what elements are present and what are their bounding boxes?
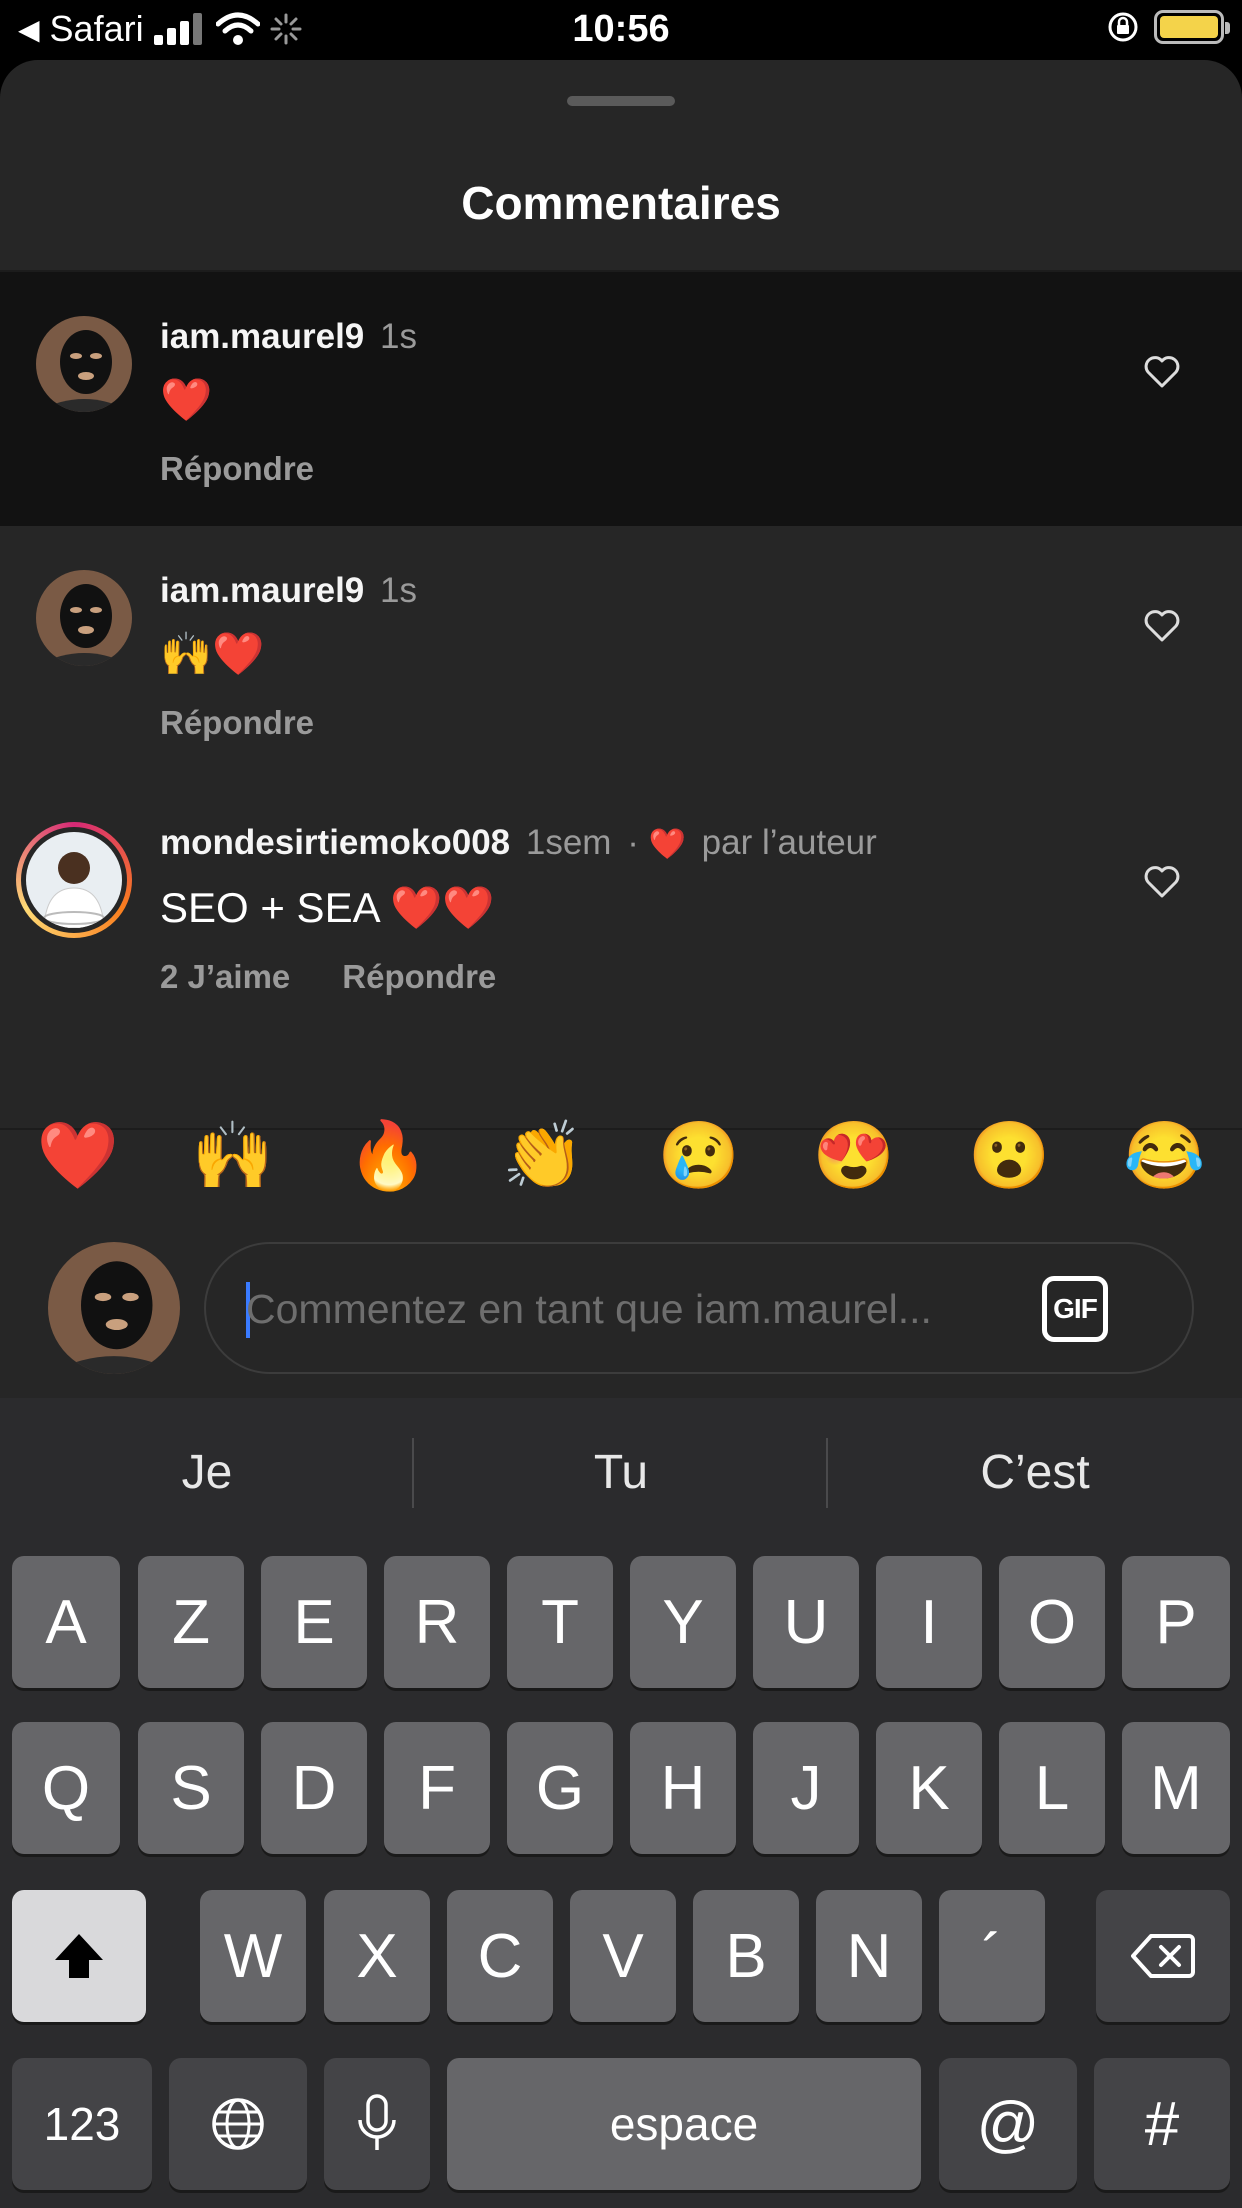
- comment-time: 1s: [380, 317, 417, 356]
- comment-item: mondesirtiemoko008 1sem · ❤️ par l’auteu…: [0, 782, 1242, 1128]
- key[interactable]: S: [138, 1722, 244, 1854]
- comment-time: 1sem: [525, 823, 612, 862]
- story-ring[interactable]: [16, 822, 132, 938]
- keyboard: Je Tu C’est A Z E R T Y U I O P Q S D F …: [0, 1398, 1242, 2208]
- key[interactable]: U: [753, 1556, 859, 1688]
- comment-text: 🙌❤️: [160, 630, 265, 677]
- emoji-surprised-button[interactable]: 😮: [968, 1110, 1050, 1200]
- heart-icon[interactable]: [1142, 352, 1182, 392]
- composer-avatar: [48, 1242, 180, 1374]
- at-key[interactable]: @: [939, 2058, 1077, 2190]
- key[interactable]: Z: [138, 1556, 244, 1688]
- suggestion-item[interactable]: Tu: [414, 1398, 828, 1548]
- key[interactable]: Q: [12, 1722, 120, 1854]
- key[interactable]: A: [12, 1556, 120, 1688]
- comment-time: 1s: [380, 571, 417, 610]
- avatar[interactable]: [36, 570, 132, 666]
- avatar: [26, 832, 122, 928]
- key[interactable]: R: [384, 1556, 490, 1688]
- key[interactable]: O: [999, 1556, 1105, 1688]
- key[interactable]: H: [630, 1722, 736, 1854]
- comment-item: iam.maurel9 1s ❤️ Répondre: [0, 272, 1242, 526]
- numbers-key[interactable]: 123: [12, 2058, 152, 2190]
- emoji-laugh-button[interactable]: 😂: [1123, 1110, 1205, 1200]
- key[interactable]: F: [384, 1722, 490, 1854]
- key[interactable]: I: [876, 1556, 982, 1688]
- key[interactable]: X: [324, 1890, 430, 2022]
- gif-button[interactable]: GIF: [1042, 1276, 1108, 1342]
- reply-button[interactable]: Répondre: [342, 958, 496, 996]
- sheet-grabber[interactable]: [567, 96, 675, 106]
- avatar[interactable]: [36, 316, 132, 412]
- space-key[interactable]: espace: [447, 2058, 921, 2190]
- emoji-heart-button[interactable]: ❤️: [37, 1110, 119, 1200]
- orientation-lock-icon: [1108, 12, 1138, 42]
- author-heart-icon: ❤️: [648, 828, 686, 861]
- suggestion-item[interactable]: Je: [0, 1398, 414, 1548]
- key[interactable]: L: [999, 1722, 1105, 1854]
- reply-button[interactable]: Répondre: [160, 450, 314, 488]
- suggestion-bar: Je Tu C’est: [0, 1398, 1242, 1548]
- dictation-key[interactable]: [324, 2058, 430, 2190]
- key[interactable]: E: [261, 1556, 367, 1688]
- key[interactable]: M: [1122, 1722, 1230, 1854]
- meta-separator: ·: [627, 823, 639, 862]
- comment-input[interactable]: [246, 1274, 1006, 1344]
- key[interactable]: V: [570, 1890, 676, 2022]
- comment-username[interactable]: iam.maurel9: [160, 571, 364, 610]
- globe-key[interactable]: [169, 2058, 307, 2190]
- author-like-label: par l’auteur: [701, 823, 877, 862]
- comment-item: iam.maurel9 1s 🙌❤️ Répondre: [0, 526, 1242, 782]
- delete-key[interactable]: [1096, 1890, 1230, 2022]
- key[interactable]: P: [1122, 1556, 1230, 1688]
- comments-sheet: Commentaires iam.maurel9 1s ❤️ Répondre: [0, 60, 1242, 1398]
- suggestion-item[interactable]: C’est: [828, 1398, 1242, 1548]
- key[interactable]: G: [507, 1722, 613, 1854]
- key[interactable]: B: [693, 1890, 799, 2022]
- shift-icon: [55, 1934, 103, 1978]
- key[interactable]: D: [261, 1722, 367, 1854]
- emoji-clap-button[interactable]: 👏: [502, 1110, 584, 1200]
- emoji-fire-button[interactable]: 🔥: [347, 1110, 429, 1200]
- microphone-icon: [358, 2094, 396, 2150]
- key[interactable]: T: [507, 1556, 613, 1688]
- battery-icon: [1154, 10, 1230, 44]
- key[interactable]: Y: [630, 1556, 736, 1688]
- heart-icon[interactable]: [1142, 606, 1182, 646]
- key[interactable]: N: [816, 1890, 922, 2022]
- backspace-icon: [1131, 1934, 1195, 1978]
- likes-count[interactable]: 2 J’aime: [160, 958, 290, 996]
- comment-text: SEO + SEA ❤️❤️: [160, 884, 495, 931]
- reply-button[interactable]: Répondre: [160, 704, 314, 742]
- emoji-raised-hands-button[interactable]: 🙌: [192, 1110, 274, 1200]
- comment-username[interactable]: mondesirtiemoko008: [160, 823, 510, 862]
- emoji-cry-button[interactable]: 😢: [658, 1110, 740, 1200]
- status-bar: ◀ Safari 10:56: [0, 0, 1242, 60]
- status-time: 10:56: [572, 8, 670, 50]
- comment-username[interactable]: iam.maurel9: [160, 317, 364, 356]
- shift-key[interactable]: [12, 1890, 146, 2022]
- comment-composer[interactable]: GIF: [204, 1242, 1194, 1374]
- key[interactable]: W: [200, 1890, 306, 2022]
- emoji-reactions: ❤️ 🙌 🔥 👏 😢 😍 😮 😂: [0, 1110, 1242, 1200]
- key[interactable]: J: [753, 1722, 859, 1854]
- heart-icon[interactable]: [1142, 862, 1182, 902]
- sheet-title: Commentaires: [461, 177, 781, 229]
- hash-key[interactable]: #: [1094, 2058, 1230, 2190]
- key[interactable]: C: [447, 1890, 553, 2022]
- key[interactable]: K: [876, 1722, 982, 1854]
- emoji-heart-eyes-button[interactable]: 😍: [813, 1110, 895, 1200]
- globe-icon: [212, 2098, 264, 2150]
- comment-text: ❤️: [160, 376, 213, 423]
- key[interactable]: ´: [939, 1890, 1045, 2022]
